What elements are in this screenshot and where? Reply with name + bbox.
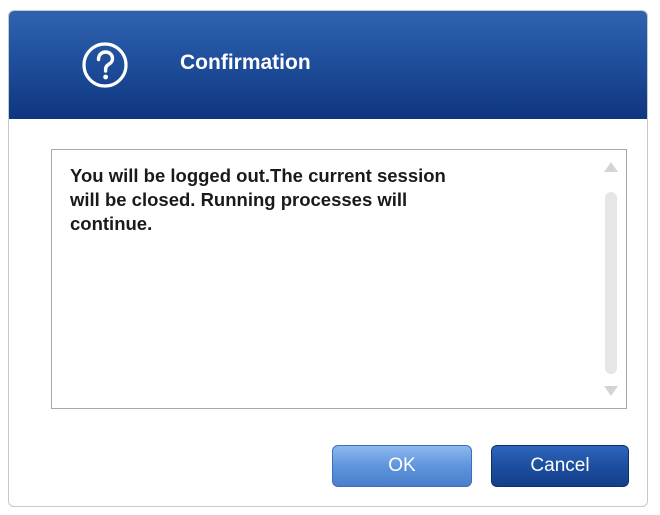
confirmation-dialog: Confirmation You will be logged out.The …: [8, 10, 648, 507]
scrollbar-thumb[interactable]: [605, 192, 617, 374]
message-textbox: You will be logged out.The current sessi…: [51, 149, 627, 409]
vertical-scrollbar[interactable]: [602, 158, 620, 400]
dialog-title: Confirmation: [180, 51, 311, 74]
question-circle-icon: [81, 41, 129, 89]
dialog-titlebar: Confirmation: [9, 11, 647, 119]
message-text: You will be logged out.The current sessi…: [70, 165, 446, 234]
scroll-down-arrow-icon[interactable]: [604, 386, 618, 396]
cancel-button[interactable]: Cancel: [491, 445, 629, 487]
scroll-up-arrow-icon[interactable]: [604, 162, 618, 172]
ok-button[interactable]: OK: [332, 445, 472, 487]
